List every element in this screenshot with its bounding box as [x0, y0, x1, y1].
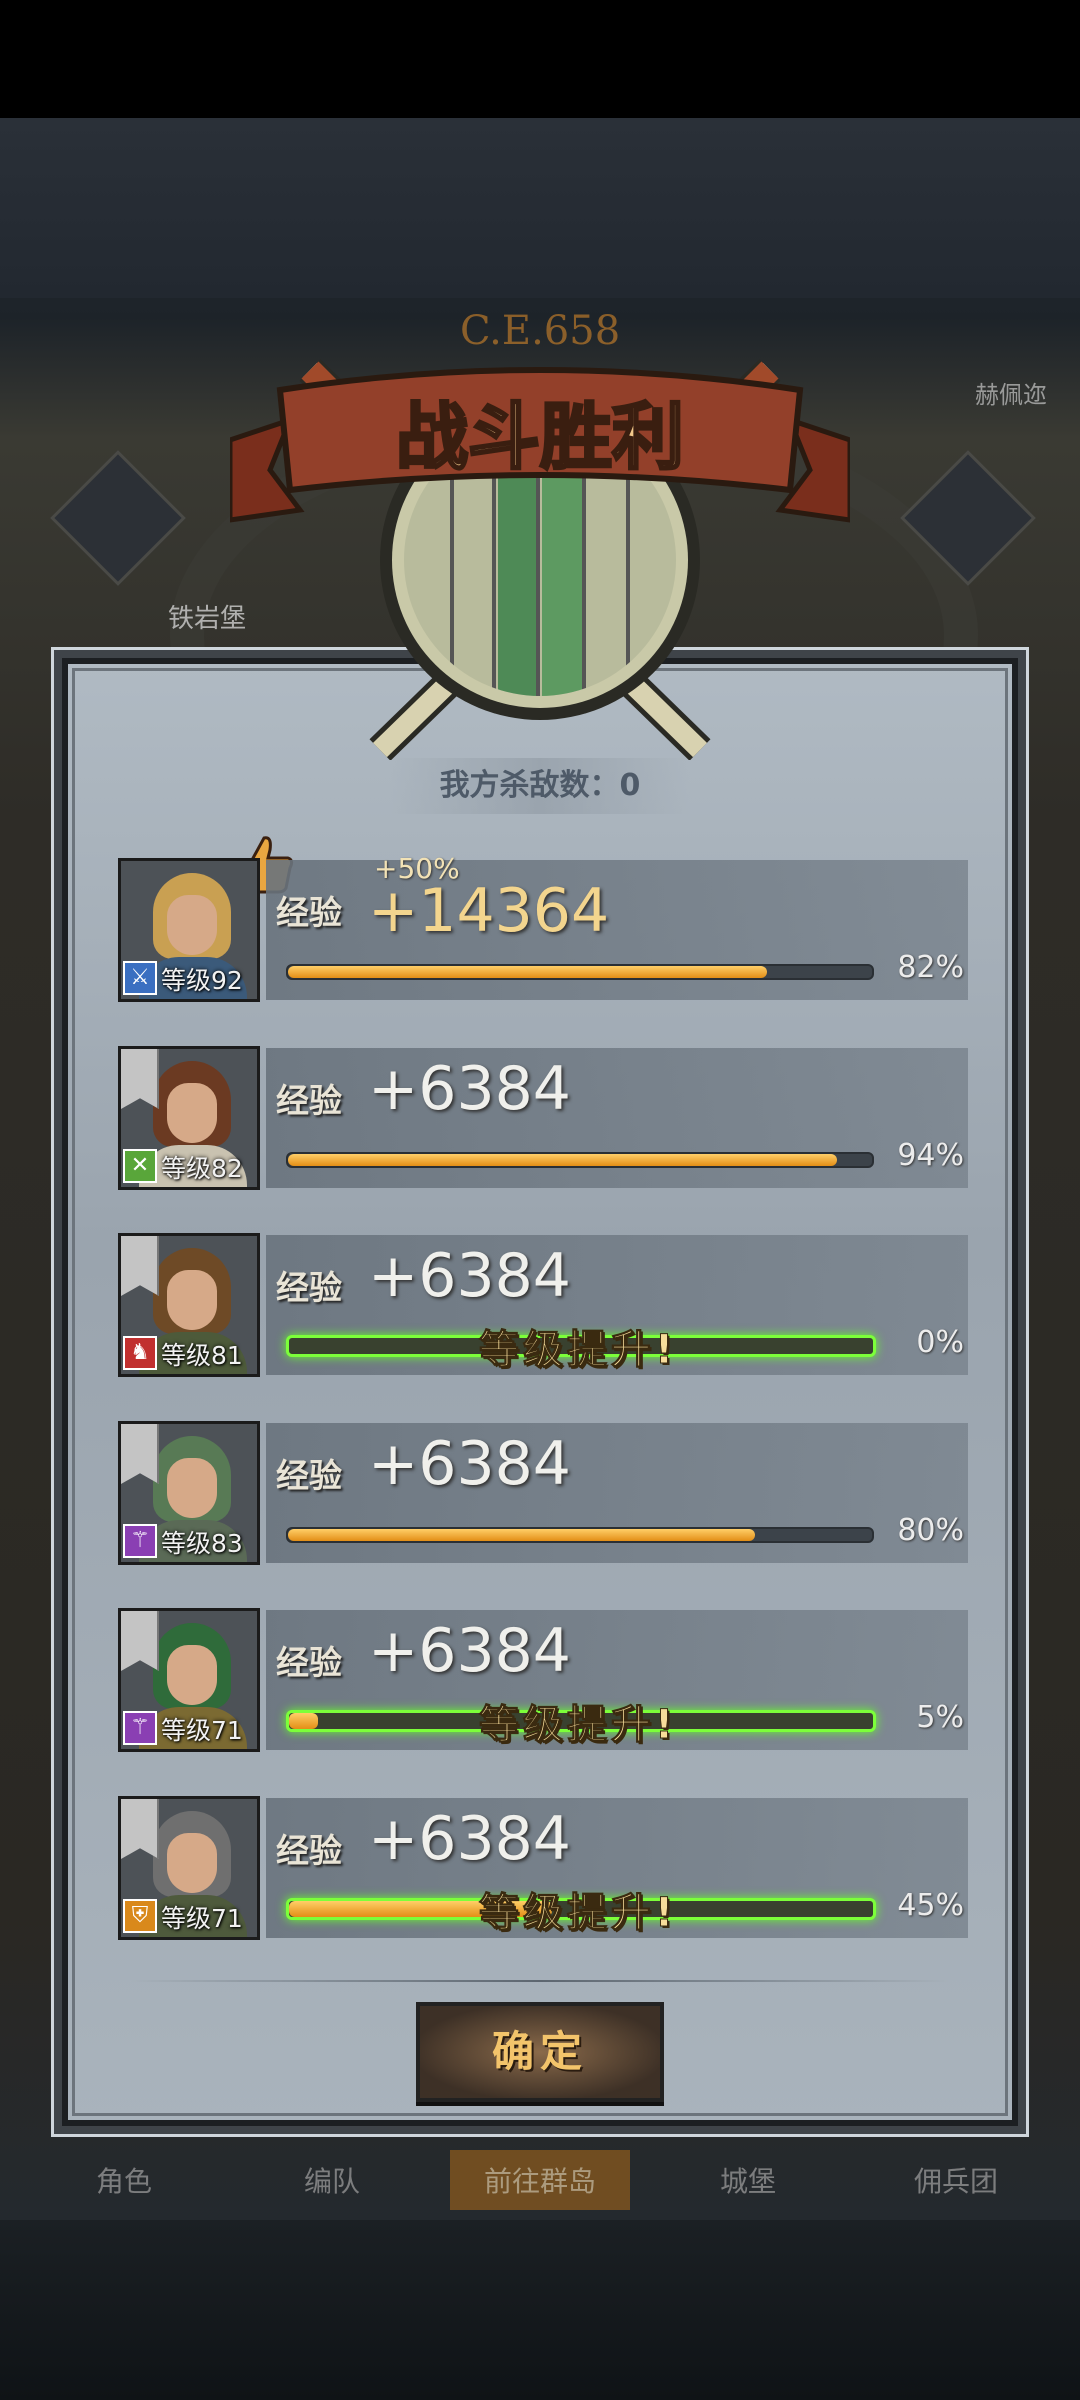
- tab-islands[interactable]: 前往群岛: [450, 2150, 630, 2210]
- hero-row: ⚚ 等级83 经验 +6384 80%: [118, 1421, 968, 1565]
- staff-icon: ⚚: [123, 1711, 157, 1745]
- exp-gain: +6384: [368, 1616, 571, 1686]
- hero-level: 等级71: [161, 1904, 243, 1933]
- victory-title: 战斗胜利: [396, 395, 684, 479]
- tab-castle[interactable]: 城堡: [658, 2160, 838, 2200]
- exp-label: 经验: [276, 1831, 342, 1870]
- hero-row: ⚚ 等级71 经验 +6384 等级提升! 5%: [118, 1608, 968, 1752]
- status-bar-area: [0, 0, 1080, 118]
- exp-progress-fill: [289, 1713, 319, 1729]
- tab-characters[interactable]: 角色: [34, 2160, 214, 2200]
- exp-label: 经验: [276, 1456, 342, 1495]
- hero-level: 等级82: [161, 1154, 243, 1183]
- level-up-label: 等级提升!: [478, 1890, 678, 1937]
- exp-percent: 45%: [897, 1888, 964, 1923]
- hero-banner: [121, 1799, 159, 1859]
- hero-portrait[interactable]: ⚚ 等级83: [118, 1421, 260, 1565]
- sword-icon: ⚔: [123, 961, 157, 995]
- exp-label: 经验: [276, 1643, 342, 1682]
- kill-count: 我方杀敌数：0: [390, 758, 690, 814]
- level-up-label: 等级提升!: [478, 1702, 678, 1749]
- hero-row: ⚔ 等级92 经验 +50% +14364 82%: [118, 852, 968, 1002]
- exp-gain: +6384: [368, 1804, 571, 1874]
- hero-level: 等级92: [161, 966, 243, 995]
- hero-portrait[interactable]: ⚚ 等级71: [118, 1608, 260, 1752]
- confirm-button[interactable]: 确定: [416, 2002, 664, 2102]
- exp-gain: +6384: [368, 1241, 571, 1311]
- hero-level: 等级83: [161, 1529, 243, 1558]
- tab-formation[interactable]: 编队: [242, 2160, 422, 2200]
- exp-label: 经验: [276, 1268, 342, 1307]
- exp-percent: 0%: [916, 1325, 964, 1360]
- victory-emblem: 战斗胜利: [230, 359, 850, 760]
- hero-level: 等级81: [161, 1341, 243, 1370]
- exp-gain: +14364: [368, 876, 610, 946]
- hero-portrait[interactable]: ⚔ 等级92: [118, 858, 260, 1002]
- crossed-swords-icon: ✕: [123, 1149, 157, 1183]
- hero-face: [167, 895, 217, 955]
- exp-progress-fill: [288, 966, 767, 978]
- hero-face: [167, 1645, 217, 1705]
- hero-portrait[interactable]: ✕ 等级82: [118, 1046, 260, 1190]
- exp-progress-fill: [288, 1154, 837, 1166]
- hero-portrait[interactable]: ♞ 等级81: [118, 1233, 260, 1377]
- exp-percent: 5%: [916, 1700, 964, 1735]
- hero-banner: [121, 1611, 159, 1671]
- staff-icon: ⚚: [123, 1524, 157, 1558]
- hero-face: [167, 1270, 217, 1330]
- hero-banner: [121, 1424, 159, 1484]
- exp-percent: 82%: [897, 950, 964, 985]
- exp-progress-bar: [286, 1152, 874, 1168]
- exp-gain: +6384: [368, 1054, 571, 1124]
- hero-level: 等级71: [161, 1716, 243, 1745]
- exp-progress-fill: [288, 1529, 756, 1541]
- hero-row: ♞ 等级81 经验 +6384 等级提升! 0%: [118, 1233, 968, 1377]
- hero-row: ✕ 等级82 经验 +6384 94%: [118, 1046, 968, 1190]
- hero-face: [167, 1083, 217, 1143]
- hero-face: [167, 1833, 217, 1893]
- exp-percent: 80%: [897, 1513, 964, 1548]
- navigation-bar-area: [0, 2220, 1080, 2400]
- exp-progress-bar: [286, 1527, 874, 1543]
- exp-percent: 94%: [897, 1138, 964, 1173]
- map-location-label-right: 赫佩迩: [975, 381, 1047, 409]
- panel-divider: [130, 1980, 950, 1982]
- bottom-nav: 角色 编队 前往群岛 城堡 佣兵团: [20, 2140, 1060, 2220]
- level-up-label: 等级提升!: [478, 1327, 678, 1374]
- shield-icon: ⛨: [123, 1899, 157, 1933]
- horse-icon: ♞: [123, 1336, 157, 1370]
- hero-face: [167, 1458, 217, 1518]
- exp-progress-bar: [286, 964, 874, 980]
- exp-label: 经验: [276, 1081, 342, 1120]
- hero-row: ⛨ 等级71 经验 +6384 等级提升! 45%: [118, 1796, 968, 1940]
- hero-banner: [121, 1049, 159, 1109]
- hero-portrait[interactable]: ⛨ 等级71: [118, 1796, 260, 1940]
- hero-banner: [121, 1236, 159, 1296]
- tab-mercenaries[interactable]: 佣兵团: [866, 2160, 1046, 2200]
- exp-label: 经验: [276, 893, 342, 932]
- exp-gain: +6384: [368, 1429, 571, 1499]
